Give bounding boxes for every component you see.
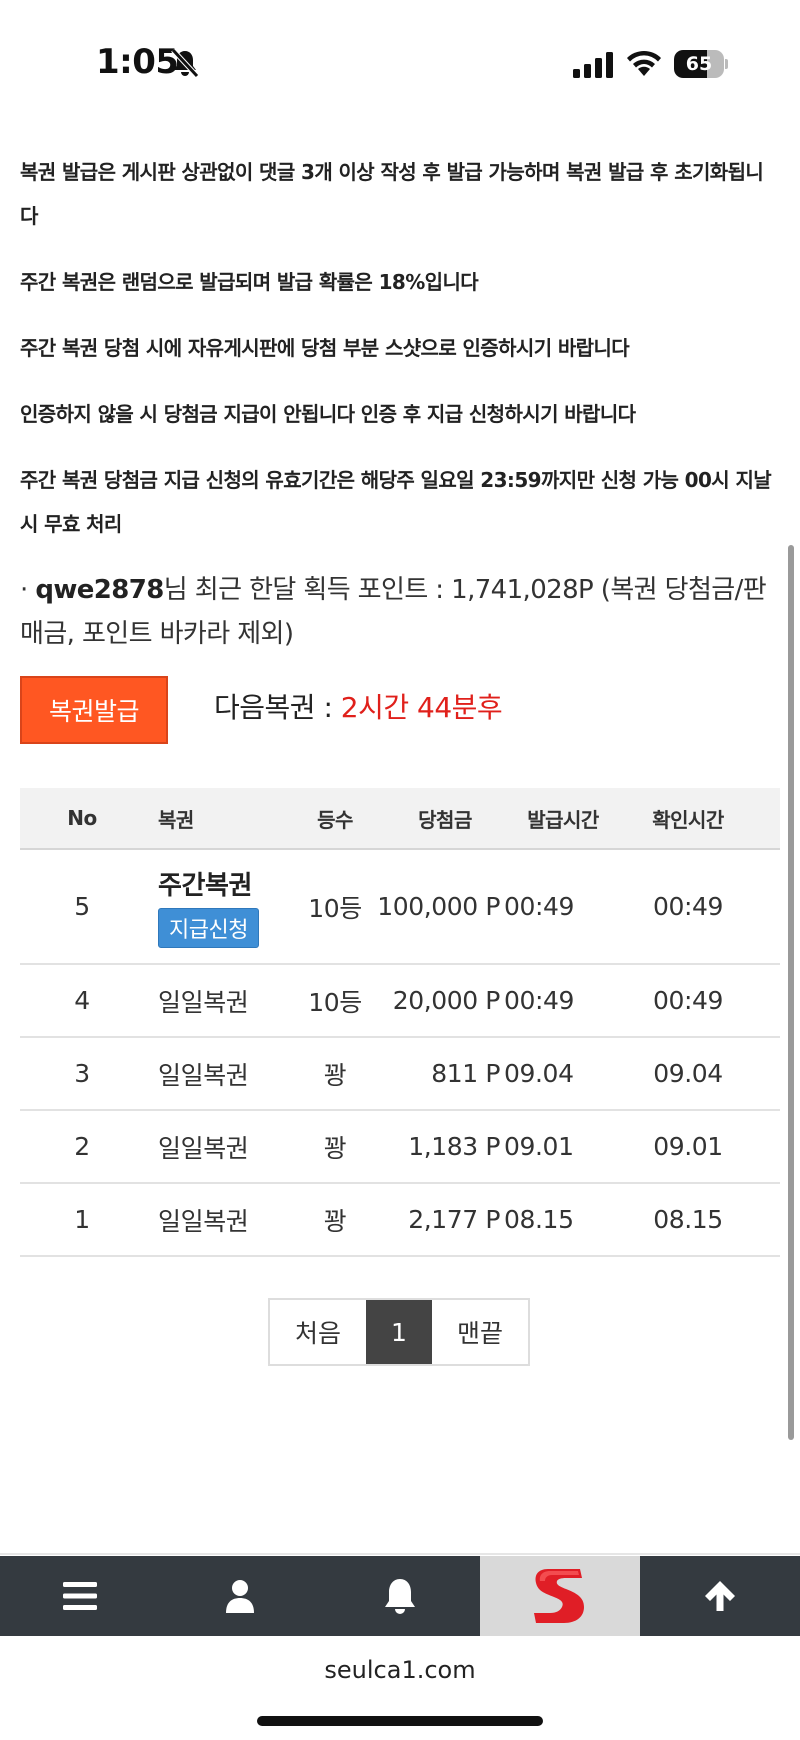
nav-notifications-button[interactable]: [320, 1556, 480, 1636]
cell-rank: 꽝: [323, 1060, 347, 1090]
notice-item: 복권 발급은 게시판 상관없이 댓글 3개 이상 작성 후 발급 가능하며 복권…: [20, 160, 764, 228]
cell-name: 일일복권: [158, 987, 249, 1017]
weekly-ticket-name: 주간복권: [158, 871, 253, 901]
table-row: 2 일일복권 꽝 1,183 P 09.01 09.01: [20, 1111, 780, 1184]
status-time: 1:05: [96, 42, 179, 82]
cell-issued: 00:49: [504, 986, 575, 1015]
cell-issued: 09.04: [504, 1059, 574, 1088]
table-row: 1 일일복권 꽝 2,177 P 08.15 08.15: [20, 1184, 780, 1257]
user-icon: [226, 1580, 254, 1613]
menu-icon: [63, 1582, 97, 1610]
cell-no: 3: [74, 1059, 90, 1088]
cell-prize: 1,183 P: [408, 1132, 500, 1161]
cell-prize: 2,177 P: [408, 1205, 500, 1234]
nav-user-button[interactable]: [160, 1556, 320, 1636]
cell-issued: 08.15: [504, 1205, 574, 1234]
claim-payout-button[interactable]: 지급신청: [158, 908, 259, 948]
page-current-button[interactable]: 1: [366, 1300, 432, 1364]
cell-name: 일일복권: [158, 1206, 249, 1236]
bell-off-icon: [171, 48, 199, 78]
cell-checked: 00:49: [652, 892, 724, 921]
column-header-no: No: [67, 806, 97, 830]
pagination: 처음 1 맨끝: [268, 1298, 530, 1366]
cell-issued: 09.01: [504, 1132, 574, 1161]
site-logo: [534, 1569, 584, 1623]
bottom-nav: [0, 1556, 800, 1636]
cell-rank: 꽝: [323, 1206, 347, 1236]
table-row: 3 일일복권 꽝 811 P 09.04 09.04: [20, 1038, 780, 1111]
notice-item: 인증하지 않을 시 당첨금 지급이 안됩니다 인증 후 지급 신청하시기 바랍니…: [20, 402, 636, 426]
lottery-notices: 복권 발급은 게시판 상관없이 댓글 3개 이상 작성 후 발급 가능하며 복권…: [20, 150, 780, 568]
cell-no: 1: [74, 1205, 90, 1234]
notice-item: 주간 복권 당첨금 지급 신청의 유효기간은 해당주 일요일 23:59까지만 …: [20, 468, 772, 536]
column-header-issued: 발급시간: [527, 807, 599, 832]
notice-item: 주간 복권 당첨 시에 자유게시판에 당첨 부분 스샷으로 인증하시기 바랍니다: [20, 336, 630, 360]
cell-checked: 09.01: [653, 1132, 723, 1161]
username: qwe2878: [35, 575, 164, 605]
signal-icon: [573, 52, 613, 78]
notice-item: 주간 복권은 랜덤으로 발급되며 발급 확률은 18%입니다: [20, 270, 479, 294]
cell-rank: 꽝: [323, 1133, 347, 1163]
column-header-name: 복권: [158, 807, 194, 832]
status-bar: 1:05 65: [0, 0, 800, 130]
cell-no: 5: [74, 892, 90, 921]
cell-no: 2: [74, 1132, 90, 1161]
cell-checked: 09.04: [653, 1059, 723, 1088]
nav-scroll-top-button[interactable]: [640, 1556, 800, 1636]
nav-site-logo-button[interactable]: [480, 1556, 640, 1636]
cell-rank: 10등: [308, 893, 362, 923]
divider: [0, 1553, 800, 1555]
cell-checked: 00:49: [652, 986, 724, 1015]
bell-icon: [385, 1579, 415, 1614]
page-last-button[interactable]: 맨끝: [432, 1300, 528, 1364]
wifi-icon: [627, 50, 661, 76]
next-ticket-remaining: 2시간 44분후: [340, 691, 503, 724]
browser-url-bar[interactable]: seulca1.com: [0, 1636, 800, 1740]
bullet: ·: [20, 575, 28, 605]
next-ticket-timer: 다음복권 : 2시간 44분후: [214, 686, 503, 726]
home-indicator: [257, 1716, 543, 1726]
cell-name: 주간복권 지급신청: [144, 865, 300, 948]
monthly-points-summary: · qwe2878님 최근 한달 획득 포인트 : 1,741,028P (복권…: [20, 568, 780, 656]
next-ticket-label: 다음복권 :: [214, 691, 341, 724]
column-header-checked: 확인시간: [652, 807, 724, 832]
url-text[interactable]: seulca1.com: [0, 1656, 800, 1684]
cell-no: 4: [74, 986, 90, 1015]
battery-level: 65: [685, 53, 713, 75]
cell-checked: 08.15: [653, 1205, 723, 1234]
scrollbar[interactable]: [788, 545, 794, 1440]
cell-rank: 10등: [308, 987, 362, 1017]
cell-name: 일일복권: [158, 1133, 249, 1163]
cell-prize: 100,000 P: [377, 892, 500, 921]
issue-ticket-button[interactable]: 복권발급: [20, 676, 168, 744]
page-first-button[interactable]: 처음: [270, 1300, 366, 1364]
table-row: 4 일일복권 10등 20,000 P 00:49 00:49: [20, 965, 780, 1038]
cell-issued: 00:49: [504, 892, 575, 921]
cell-name: 일일복권: [158, 1060, 249, 1090]
cell-prize: 20,000 P: [392, 986, 501, 1015]
arrow-up-icon: [705, 1581, 735, 1611]
cell-prize: 811 P: [431, 1059, 500, 1088]
column-header-prize: 당첨금: [418, 807, 472, 832]
table-row: 5 주간복권 지급신청 10등 100,000 P 00:49 00:49: [20, 850, 780, 965]
table-header: No 복권 등수 당첨금 발급시간 확인시간: [20, 788, 780, 850]
column-header-rank: 등수: [317, 807, 353, 832]
nav-menu-button[interactable]: [0, 1556, 160, 1636]
battery-indicator: 65: [674, 50, 728, 78]
ticket-history-table: No 복권 등수 당첨금 발급시간 확인시간 5 주간복권 지급신청 10등 1…: [20, 788, 780, 1257]
